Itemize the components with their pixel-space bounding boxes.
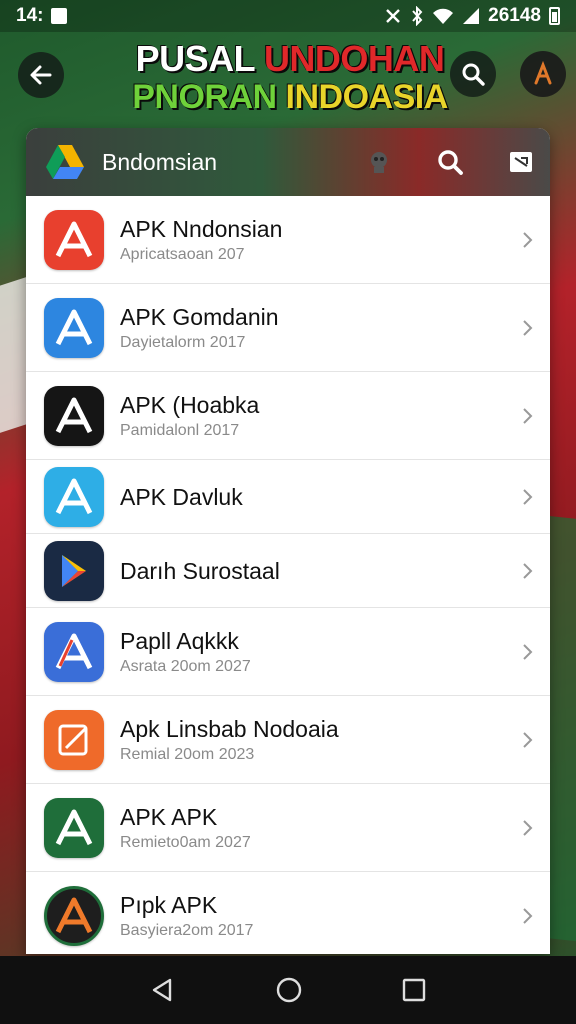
title-yellow-part: INDOASIA	[285, 78, 449, 116]
app-icon	[44, 540, 104, 601]
app-name: APK Nndonsian	[120, 215, 283, 242]
app-subtitle: Remial 20om 2023	[120, 745, 255, 763]
app-list-card: Bndomsian APK Nndonsian Apricatsaoan 207…	[26, 128, 550, 954]
app-subtitle: Dayietalorm 2017	[120, 333, 246, 351]
app-icon	[44, 209, 104, 270]
wifi-icon	[433, 8, 454, 24]
chevron-right-icon	[523, 643, 533, 660]
list-item[interactable]: Apk Linsbab Nodoaia Remial 20om 2023	[26, 696, 550, 784]
page-title-line2: PNORAN INDOASIA	[70, 78, 510, 117]
chevron-right-icon	[523, 407, 533, 424]
list-item[interactable]: APK Gomdanin Dayietalorm 2017	[26, 284, 550, 372]
app-subtitle: Pamidalonl 2017	[120, 421, 240, 439]
drive-icon	[46, 145, 84, 179]
app-icon	[44, 385, 104, 446]
list-item[interactable]: APK Davluk	[26, 460, 550, 534]
app-subtitle: Basyiera2om 2017	[120, 921, 254, 939]
mute-icon	[386, 9, 401, 23]
app-icon	[44, 797, 104, 858]
page-title-line1: PUSAL UNDOHAN	[70, 38, 510, 80]
app-header: PUSAL UNDOHAN PNORAN INDOASIA	[0, 32, 576, 124]
app-name: APK Gomdanin	[120, 303, 279, 330]
apk-a-icon	[55, 397, 93, 433]
app-name: APK Davluk	[120, 483, 243, 510]
mascot-icon	[371, 152, 387, 173]
title-red-part: UNDOHAN	[263, 38, 445, 79]
app-icon	[44, 466, 104, 527]
app-name: Pıpk APK	[120, 891, 218, 918]
chevron-right-icon	[523, 562, 533, 579]
app-name: APK (Hoabka	[120, 391, 260, 418]
app-name: APK APK	[120, 803, 218, 830]
apk-a-icon	[55, 809, 93, 845]
status-battery-text: 26148	[488, 5, 541, 26]
app-name: Darıh Surostaal	[120, 557, 280, 584]
app-subtitle: Apricatsaoan 207	[120, 245, 245, 263]
profile-button[interactable]	[520, 51, 566, 97]
card-search-icon[interactable]	[436, 148, 464, 176]
filter-icon[interactable]	[508, 149, 534, 175]
title-white-part: PUSAL	[135, 38, 264, 79]
header-search-button[interactable]	[450, 51, 496, 97]
apk-a-icon	[55, 478, 93, 514]
list-item[interactable]: APK (Hoabka Pamidalonl 2017	[26, 372, 550, 460]
chevron-right-icon	[523, 319, 533, 336]
bluetooth-icon	[412, 6, 423, 26]
chevron-right-icon	[523, 731, 533, 748]
chevron-right-icon	[523, 907, 533, 924]
apk-a-icon	[55, 221, 93, 257]
app-name: Apk Linsbab Nodoaia	[120, 715, 339, 742]
list-item[interactable]: Papll Aqkkk Asrata 20om 2027	[26, 608, 550, 696]
battery-icon	[549, 7, 560, 25]
apk-a-icon	[55, 897, 93, 933]
apk-a-icon	[55, 633, 93, 669]
app-subtitle: Remieto0am 2027	[120, 833, 251, 851]
list-item[interactable]: APK Nndonsian Apricatsaoan 207	[26, 196, 550, 284]
title-green-part: PNORAN	[132, 78, 286, 116]
nav-back-icon[interactable]	[150, 977, 176, 1003]
app-subtitle: Asrata 20om 2027	[120, 657, 251, 675]
list-item[interactable]: Pıpk APK Basyiera2om 2017	[26, 872, 550, 954]
card-header: Bndomsian	[26, 128, 550, 196]
status-bar: 14: 26148	[0, 0, 576, 32]
search-icon	[462, 63, 485, 86]
profile-icon	[534, 61, 552, 85]
list-item[interactable]: APK APK Remieto0am 2027	[26, 784, 550, 872]
system-nav-bar	[0, 956, 576, 1024]
chevron-right-icon	[523, 819, 533, 836]
nav-recents-icon[interactable]	[402, 978, 426, 1002]
chevron-right-icon	[523, 488, 533, 505]
app-name: Papll Aqkkk	[120, 627, 239, 654]
app-icon	[44, 297, 104, 358]
chevron-right-icon	[523, 231, 533, 248]
list-item[interactable]: Darıh Surostaal	[26, 534, 550, 608]
back-button[interactable]	[18, 52, 64, 98]
app-icon	[44, 709, 104, 770]
status-time: 14:	[16, 5, 44, 26]
apk-a-icon	[55, 309, 93, 345]
edit-icon	[58, 724, 88, 755]
arrow-left-icon	[30, 65, 52, 85]
card-title: Bndomsian	[102, 148, 218, 175]
app-icon	[44, 621, 104, 682]
play-store-icon	[62, 554, 86, 587]
app-icon	[44, 885, 104, 946]
notification-icon	[51, 8, 68, 24]
nav-home-icon[interactable]	[275, 976, 303, 1004]
signal-icon	[463, 8, 480, 24]
